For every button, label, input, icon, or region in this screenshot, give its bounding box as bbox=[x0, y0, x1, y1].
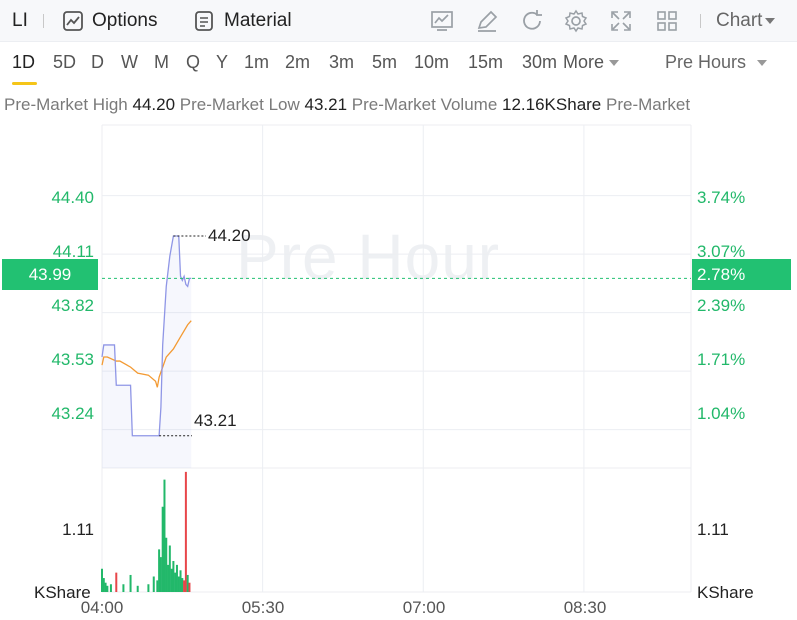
volume-bar bbox=[168, 545, 171, 592]
volume-bar bbox=[122, 584, 125, 592]
y-tick-right: 1.71% bbox=[697, 350, 746, 369]
volume-bar bbox=[161, 506, 164, 592]
volume-bar bbox=[177, 576, 180, 592]
volume-bar bbox=[179, 570, 182, 592]
y-tick-right: 1.04% bbox=[697, 404, 746, 423]
volume-bar bbox=[167, 564, 170, 592]
volume-bar bbox=[136, 585, 139, 592]
y-tick-left: 44.40 bbox=[51, 188, 94, 207]
current-pct-badge: 2.78% bbox=[692, 259, 791, 290]
volume-bar bbox=[170, 568, 173, 592]
price-chart[interactable] bbox=[0, 0, 797, 620]
volume-bar bbox=[109, 584, 112, 592]
volume-bars bbox=[101, 471, 191, 592]
x-tick: 08:30 bbox=[563, 598, 607, 617]
volume-bar bbox=[159, 557, 162, 592]
x-tick: 05:30 bbox=[241, 598, 285, 617]
x-tick: 04:00 bbox=[80, 598, 124, 617]
volume-bar bbox=[175, 564, 178, 592]
volume-bar bbox=[106, 585, 109, 592]
current-price-badge: 43.99 bbox=[2, 259, 98, 290]
y-tick-left: 43.53 bbox=[51, 350, 94, 369]
volume-bar bbox=[129, 574, 132, 592]
y-tick-right: 2.39% bbox=[697, 296, 746, 315]
volume-bar bbox=[174, 572, 177, 592]
volume-bar bbox=[163, 479, 166, 592]
volume-bar bbox=[181, 578, 184, 592]
volume-y-tick-right: 1.11 bbox=[697, 520, 729, 539]
low-annotation: 43.21 bbox=[194, 411, 237, 430]
volume-bar bbox=[184, 471, 187, 592]
volume-bar bbox=[172, 561, 175, 592]
volume-bar bbox=[152, 576, 155, 592]
volume-bar bbox=[183, 580, 186, 592]
volume-bar bbox=[158, 549, 161, 592]
volume-bar bbox=[104, 582, 107, 592]
y-tick-left: 43.82 bbox=[51, 296, 94, 315]
volume-bar bbox=[186, 574, 189, 592]
y-tick-right: 3.74% bbox=[697, 188, 746, 207]
volume-bar bbox=[102, 578, 105, 592]
volume-bar bbox=[115, 572, 118, 592]
volume-unit-right: KShare bbox=[697, 583, 754, 602]
volume-bar bbox=[156, 580, 159, 592]
x-tick: 07:00 bbox=[402, 598, 446, 617]
volume-bar bbox=[101, 568, 103, 592]
volume-bar bbox=[147, 584, 150, 592]
high-annotation: 44.20 bbox=[208, 226, 251, 245]
volume-y-tick-left: 1.11 bbox=[62, 520, 94, 539]
volume-bar bbox=[188, 582, 191, 592]
y-tick-left: 43.24 bbox=[51, 404, 94, 423]
volume-bar bbox=[165, 537, 168, 592]
